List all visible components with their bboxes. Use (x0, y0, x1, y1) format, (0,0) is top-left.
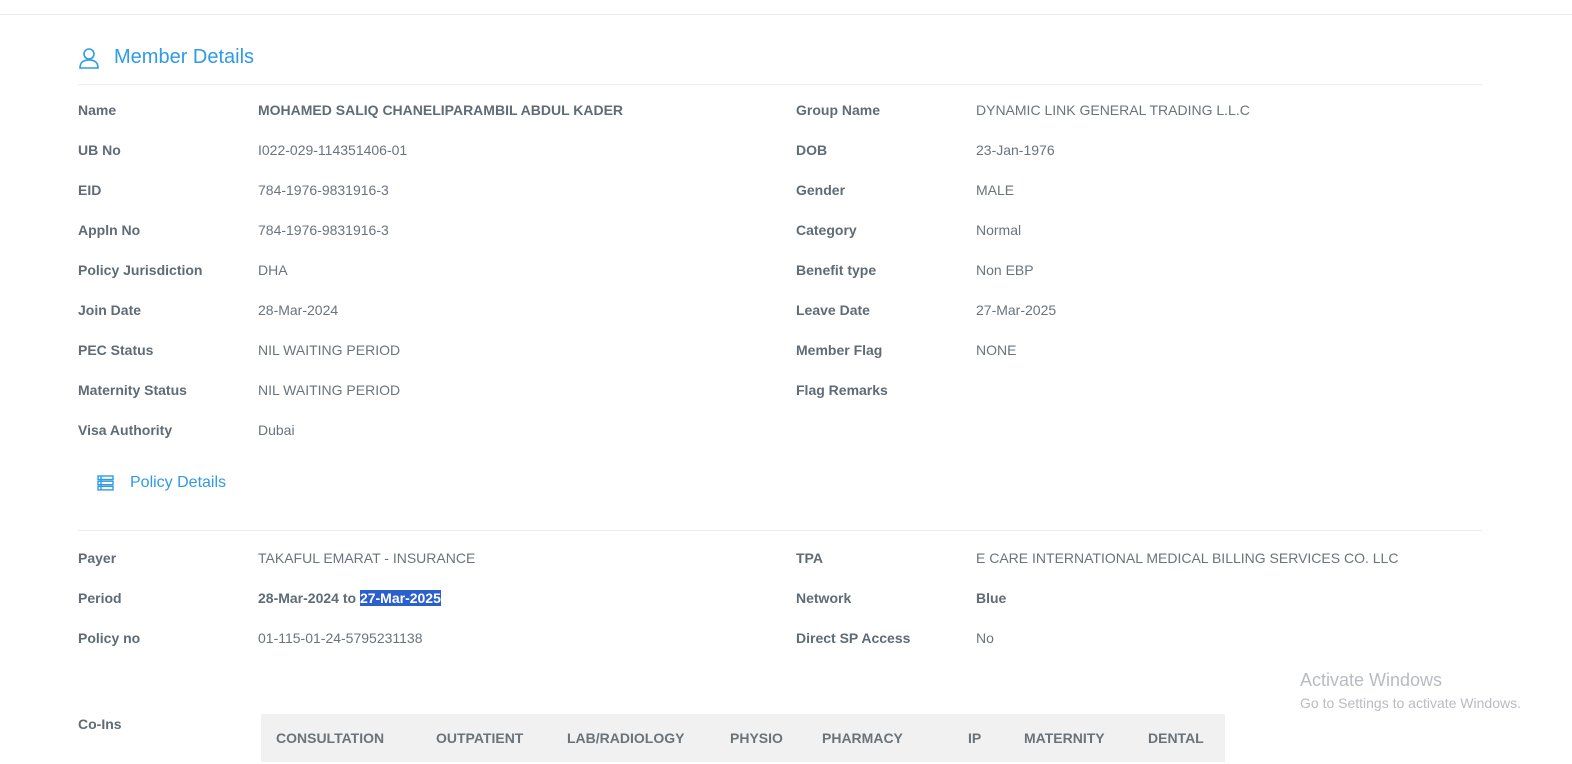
field-value: Dubai (258, 422, 295, 438)
field-label: Category (796, 222, 857, 238)
col-maternity: MATERNITY (1024, 730, 1105, 746)
period-label: Period (78, 590, 122, 606)
period-to-selected[interactable]: 27-Mar-2025 (359, 590, 441, 606)
member-details-header: Member Details (78, 46, 254, 69)
field-label: DOB (796, 142, 828, 158)
coins-label: Co-Ins (78, 716, 122, 732)
field-value: MALE (976, 182, 1015, 198)
field-value: DHA (258, 262, 288, 278)
col-consultation: CONSULTATION (276, 730, 385, 746)
col-pharmacy: PHARMACY (822, 730, 903, 746)
policy-no-value: 01-115-01-24-5795231138 (258, 630, 423, 646)
field-label: EID (78, 182, 102, 198)
field-label: Flag Remarks (796, 382, 888, 398)
member-details-title: Member Details (114, 46, 255, 68)
field-value: NONE (976, 342, 1017, 358)
period-value: 28-Mar-2024 to 27-Mar-2025 (258, 588, 441, 608)
field-value: DYNAMIC LINK GENERAL TRADING L.L.C (976, 102, 1250, 118)
network-value: Blue (976, 590, 1007, 606)
field-value: Non EBP (976, 262, 1034, 278)
field-value: Normal (976, 222, 1022, 238)
field-value: 784-1976-9831916-3 (258, 182, 389, 198)
policy-details-header: Policy Details (97, 474, 226, 492)
tpa-label: TPA (796, 550, 823, 566)
field-label: Group Name (796, 102, 881, 118)
divider (78, 84, 1483, 85)
payer-value: TAKAFUL EMARAT - INSURANCE (258, 550, 476, 566)
field-value: 28-Mar-2024 (258, 302, 339, 318)
field-value: I022-029-114351406-01 (258, 142, 408, 158)
field-value: 784-1976-9831916-3 (258, 222, 389, 238)
field-label: Benefit type (796, 262, 877, 278)
field-value: NIL WAITING PERIOD (258, 382, 401, 398)
payer-label: Payer (78, 550, 117, 566)
field-value: NIL WAITING PERIOD (258, 342, 401, 358)
direct-sp-value: No (976, 630, 994, 646)
activate-windows-title: Activate Windows (1300, 670, 1443, 690)
network-label: Network (796, 590, 852, 606)
direct-sp-label: Direct SP Access (796, 630, 911, 646)
field-label: Visa Authority (78, 422, 173, 438)
field-label: Join Date (78, 302, 142, 318)
field-label: UB No (78, 142, 121, 158)
field-label: Member Flag (796, 342, 883, 358)
field-label: Maternity Status (78, 382, 187, 398)
field-value: MOHAMED SALIQ CHANELIPARAMBIL ABDUL KADE… (258, 102, 624, 118)
coins-table-header: CONSULTATION OUTPATIENT LAB/RADIOLOGY PH… (261, 714, 1225, 762)
top-divider (0, 14, 1572, 15)
field-label: Policy Jurisdiction (78, 262, 203, 278)
field-label: Appln No (78, 222, 141, 238)
tpa-value: E CARE INTERNATIONAL MEDICAL BILLING SER… (976, 550, 1399, 566)
field-label: Name (78, 102, 117, 118)
field-label: Leave Date (796, 302, 870, 318)
list-icon (97, 475, 114, 491)
col-outpatient: OUTPATIENT (436, 730, 524, 746)
field-label: Gender (796, 182, 846, 198)
policy-details-title: Policy Details (130, 474, 227, 491)
user-icon (79, 47, 99, 69)
field-label: PEC Status (78, 342, 154, 358)
period-from: 28-Mar-2024 (258, 590, 339, 606)
col-lab-radiology: LAB/RADIOLOGY (567, 730, 685, 746)
period-to-word: to (342, 590, 357, 606)
policy-no-label: Policy no (78, 630, 141, 646)
col-ip: IP (968, 730, 982, 746)
divider (78, 530, 1483, 531)
field-value: 23-Jan-1976 (976, 142, 1055, 158)
activate-windows-subtitle: Go to Settings to activate Windows. (1300, 695, 1521, 711)
col-physio: PHYSIO (730, 730, 783, 746)
col-dental: DENTAL (1148, 730, 1204, 746)
field-value: 27-Mar-2025 (976, 302, 1057, 318)
